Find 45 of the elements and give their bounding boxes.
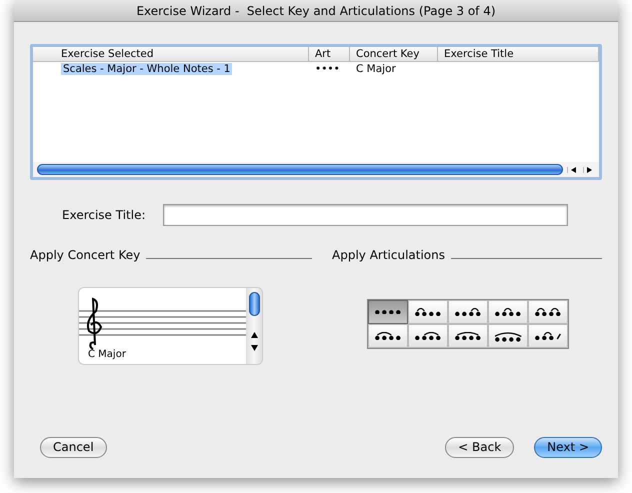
articulation-option[interactable] bbox=[448, 324, 488, 348]
notes-icon bbox=[494, 330, 522, 342]
notes-icon bbox=[414, 332, 442, 340]
left-arrow-icon[interactable] bbox=[571, 166, 576, 172]
key-selector[interactable]: C Major bbox=[78, 287, 263, 365]
down-arrow-icon[interactable] bbox=[250, 345, 258, 351]
notes-icon bbox=[374, 332, 402, 340]
table-cell[interactable]: Scales - Major - Whole Notes - 1 bbox=[61, 63, 232, 75]
table-cell[interactable]: •••• bbox=[313, 63, 342, 75]
window-title: Exercise Wizard - Select Key and Articulations (Page 3 of 4) bbox=[14, 0, 618, 22]
scroll-thumb[interactable] bbox=[37, 164, 563, 175]
key-name: C Major bbox=[87, 348, 127, 362]
notes-icon bbox=[494, 308, 522, 316]
articulation-option[interactable] bbox=[408, 324, 448, 348]
field-label: Exercise Title: bbox=[62, 207, 146, 224]
right-arrow-icon[interactable] bbox=[587, 166, 592, 172]
articulation-option[interactable] bbox=[488, 324, 528, 348]
articulation-option[interactable] bbox=[528, 324, 568, 348]
articulation-option[interactable] bbox=[368, 324, 408, 348]
horizontal-scrollbar[interactable] bbox=[33, 162, 599, 177]
column-header[interactable]: Exercise Title bbox=[438, 47, 599, 61]
notes-icon bbox=[414, 308, 442, 316]
column-header[interactable]: Concert Key bbox=[350, 47, 438, 61]
notes-icon bbox=[374, 310, 402, 314]
dialog-button[interactable]: Next > bbox=[534, 437, 602, 458]
dialog-button[interactable]: Cancel bbox=[40, 437, 107, 458]
table-cell[interactable]: C Major bbox=[354, 63, 398, 75]
articulation-option[interactable] bbox=[408, 300, 448, 324]
exercise-title-field[interactable] bbox=[162, 204, 568, 226]
notes-icon bbox=[454, 332, 482, 340]
column-header[interactable]: Art bbox=[309, 47, 350, 61]
notes-icon bbox=[534, 308, 562, 316]
notes-icon bbox=[454, 308, 482, 316]
articulation-option[interactable] bbox=[368, 300, 408, 324]
scroll-thumb[interactable] bbox=[248, 292, 260, 316]
articulation-option[interactable] bbox=[488, 300, 528, 324]
section-heading: Apply Articulations bbox=[332, 247, 446, 264]
section-heading: Apply Concert Key bbox=[30, 247, 140, 264]
vertical-scrollbar[interactable] bbox=[246, 288, 262, 364]
column-header[interactable]: Exercise Selected bbox=[33, 47, 309, 61]
articulation-option[interactable] bbox=[448, 300, 488, 324]
dialog-button[interactable]: < Back bbox=[445, 437, 514, 458]
notes-icon bbox=[534, 332, 562, 340]
up-arrow-icon[interactable] bbox=[250, 332, 258, 338]
articulation-option[interactable] bbox=[528, 300, 568, 324]
